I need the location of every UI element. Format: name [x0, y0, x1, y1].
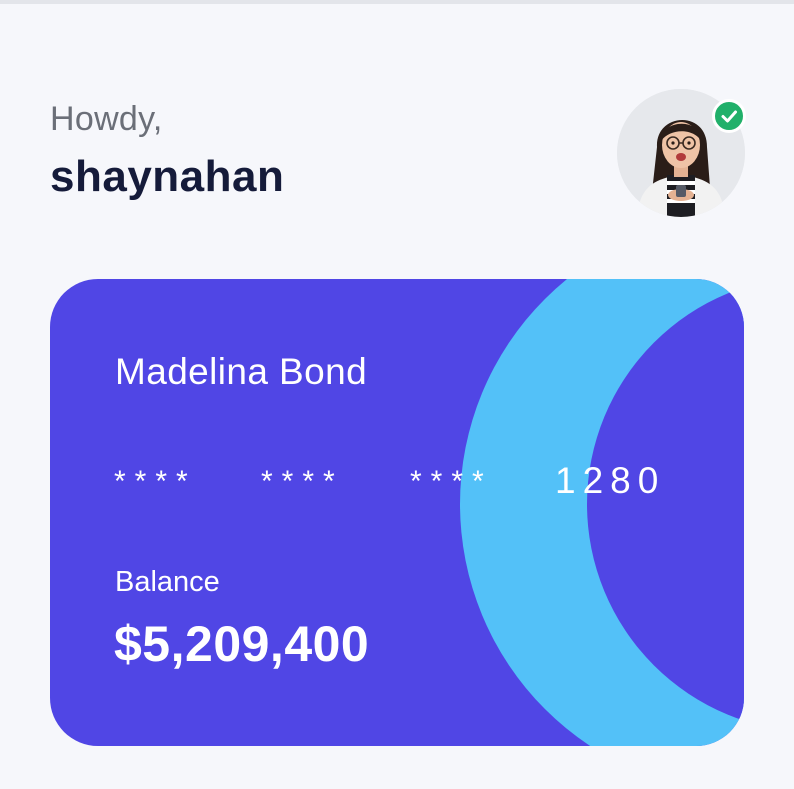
card-number-last4: 1280 — [555, 460, 666, 501]
bank-card[interactable]: Madelina Bond **** **** **** 1280 Balanc… — [50, 279, 744, 746]
balance-label: Balance — [115, 566, 220, 598]
verified-badge — [712, 99, 746, 133]
card-holder-name: Madelina Bond — [115, 351, 368, 392]
top-divider — [0, 0, 794, 4]
card-number-masked-group: **** — [114, 465, 197, 498]
username: shaynahan — [50, 152, 285, 201]
card-number-masked-group: **** — [410, 465, 493, 498]
greeting-text: Howdy, — [50, 100, 163, 138]
card-number-masked-group: **** — [261, 465, 344, 498]
balance-amount: $5,209,400 — [114, 616, 370, 672]
card-decoration — [460, 279, 744, 746]
check-badge-icon — [721, 110, 737, 123]
